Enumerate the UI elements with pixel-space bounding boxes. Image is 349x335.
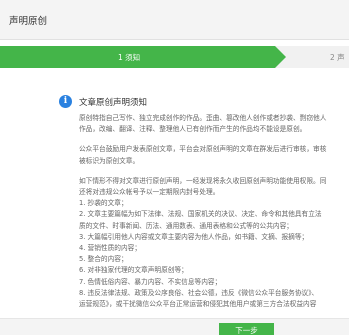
notice-line: 5. 整合的内容； [79, 255, 128, 264]
notice-line: 7. 色情低俗内容、暴力内容、不实信息等内容； [79, 277, 222, 286]
original-declaration-dialog: 声明原创 1 须知 2 声 i 文章原创声明须知 原创特指自己写作、独立完成创作… [0, 0, 349, 335]
notice-line: 6. 对非独家代理的文章声明原创等； [79, 266, 188, 275]
notice-line: 1. 抄袭的文章； [79, 199, 128, 208]
step-1-active: 1 须知 [0, 46, 286, 68]
step-2-label: 2 声 [330, 53, 345, 62]
notice-line: 原创特指自己写作、独立完成创作的作品。歪曲、篡改他人创作或者抄袭、剽窃他人 [79, 114, 327, 122]
notice-line: 2. 文章主要篇幅为如下法律、法规、国家机关的决议、决定、命令和其他具有立法 [79, 210, 322, 219]
info-icon: i [59, 95, 72, 108]
notice-body: 原创特指自己写作、独立完成创作的作品。歪曲、篡改他人创作或者抄袭、剽窃他人 作品，… [79, 113, 349, 310]
dialog-title: 声明原创 [9, 16, 48, 27]
notice-line: 运营规范》，或干扰微信公众平台正常运营和侵犯其他用户或第三方合法权益内容 [79, 300, 317, 309]
notice-line: 公众平台鼓励用户发表原创文章，平台会对原创声明的文章在群发后进行审核，审核 [79, 145, 327, 154]
notice-line: 还将对违规公众帐号予以一定期限内封号处理。 [79, 188, 220, 197]
next-step-button[interactable]: 下一步 [219, 323, 274, 335]
notice-line: 4. 营销性质的内容； [79, 244, 142, 253]
notice-line: 被标识为原创文章。 [79, 156, 140, 165]
notice-line: 质的文件、时事新闻、历法、通用数表、通用表格和公式等的公共内容； [79, 221, 293, 230]
notice-line: 如下情形不得对文章进行原创声明，一经发现将永久收回原创声明功能使用权限。同 [79, 176, 327, 185]
notice-line: 3. 大篇幅引用他人内容或文章主要内容为他人作品，如书籍、文摘、报摘等； [79, 232, 309, 241]
notice-title: 文章原创声明须知 [79, 98, 148, 108]
notice-line: 作品，改编、翻译、注释、整理他人已有创作而产生的作品均不能设是原创。 [79, 125, 307, 134]
step-1-label: 1 须知 [118, 53, 141, 62]
dialog-header: 声明原创 [0, 0, 349, 40]
notice-line: 8. 违反法律法规、政策及公序良俗、社会公德，违反《微信公众平台服务协议》、 [79, 288, 319, 297]
dialog-footer: 下一步 [0, 318, 349, 335]
notice-content: i 文章原创声明须知 原创特指自己写作、独立完成创作的作品。歪曲、篡改他人创作或… [0, 80, 349, 320]
step-progress-bar: 1 须知 2 声 [0, 46, 349, 68]
